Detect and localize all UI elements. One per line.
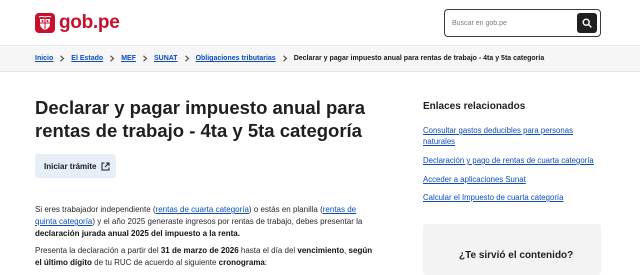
p2-text-1: Presenta la declaración a partir del — [35, 246, 161, 255]
search-input[interactable] — [445, 10, 573, 36]
p2-text-2: hasta el día del — [238, 246, 298, 255]
search-button[interactable] — [577, 13, 597, 33]
peru-coat-of-arms-icon — [35, 13, 55, 33]
breadcrumb-link-sunat[interactable]: SUNAT — [154, 55, 178, 62]
search-icon — [582, 18, 592, 28]
external-link-icon — [101, 162, 110, 170]
feedback-question: ¿Te sirvió el contenido? — [459, 250, 574, 261]
chevron-right-icon — [143, 55, 148, 62]
search-box — [444, 9, 601, 37]
breadcrumb-bar: Inicio El Estado MEF SUNAT Obligaciones … — [0, 47, 640, 72]
p1-text-3: ) y el año 2025 generaste ingresos por r… — [92, 217, 363, 226]
breadcrumb-current: Declarar y pagar impuesto anual para ren… — [293, 55, 545, 62]
chevron-right-icon — [110, 55, 115, 62]
related-link-gastos-deducibles[interactable]: Consultar gastos deducibles para persona… — [423, 125, 603, 147]
feedback-box: ¿Te sirvió el contenido? — [423, 224, 601, 275]
start-procedure-button[interactable]: Iniciar trámite — [35, 154, 116, 178]
intro-paragraph: Si eres trabajador independiente (rentas… — [35, 204, 380, 240]
p2-text-4: de tu RUC de acuerdo al siguiente — [91, 258, 219, 267]
schedule-paragraph: Presenta la declaración a partir del 31 … — [35, 245, 380, 269]
p2-bold-date: 31 de marzo de 2026 — [160, 246, 239, 255]
chevron-right-icon — [60, 55, 65, 62]
breadcrumb-link-obligaciones[interactable]: Obligaciones tributarias — [196, 55, 276, 62]
logo-text: gob.pe — [59, 12, 120, 33]
breadcrumb: Inicio El Estado MEF SUNAT Obligaciones … — [35, 55, 544, 62]
start-procedure-label: Iniciar trámite — [44, 161, 97, 171]
p2-bold-cronograma: cronograma — [218, 258, 265, 267]
related-links-title: Enlaces relacionados — [423, 101, 526, 112]
breadcrumb-link-inicio[interactable]: Inicio — [35, 55, 53, 62]
p1-text-1: Si eres trabajador independiente ( — [35, 205, 156, 214]
p2-bold-vencimiento: vencimiento — [297, 246, 345, 255]
gobpe-logo[interactable]: gob.pe — [35, 12, 120, 34]
p1-bold: declaración jurada anual 2025 del impues… — [35, 229, 240, 238]
related-link-cuarta-categoria[interactable]: Declaración y pago de rentas de cuarta c… — [423, 155, 603, 166]
breadcrumb-link-mef[interactable]: MEF — [121, 55, 136, 62]
related-link-calcular-impuesto[interactable]: Calcular el Impuesto de cuarta categoría — [423, 192, 603, 203]
site-header: gob.pe — [0, 0, 640, 46]
breadcrumb-link-el-estado[interactable]: El Estado — [71, 55, 103, 62]
p2-text-5: : — [264, 258, 268, 267]
chevron-right-icon — [184, 55, 189, 62]
related-link-aplicaciones-sunat[interactable]: Acceder a aplicaciones Sunat — [423, 174, 603, 185]
page-title: Declarar y pagar impuesto anual para ren… — [35, 97, 366, 141]
chevron-right-icon — [282, 55, 288, 62]
link-rentas-cuarta[interactable]: rentas de cuarta categoría — [156, 205, 249, 214]
p1-text-2: ) o estás en planilla ( — [248, 205, 323, 214]
